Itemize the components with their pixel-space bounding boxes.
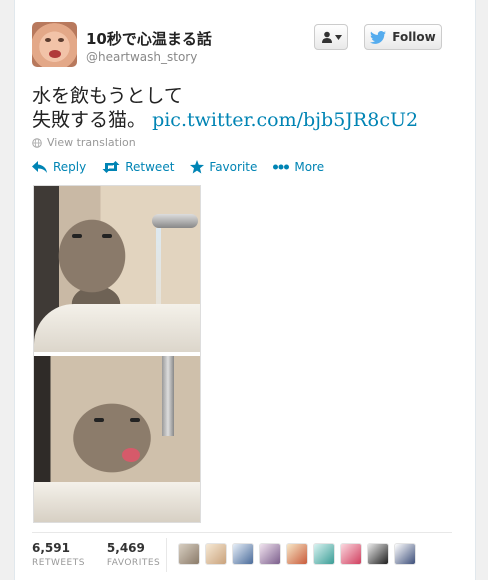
reply-label: Reply — [53, 160, 87, 174]
view-translation[interactable]: View translation — [32, 136, 136, 149]
avatar-mouth — [49, 50, 61, 58]
more-dots-icon — [273, 164, 290, 170]
tweet-text: 水を飲もうとして 失敗する猫。 pic.twitter.com/bjb5JR8c… — [32, 84, 452, 132]
favorites-count: 5,469 — [106, 541, 145, 555]
more-label: More — [294, 160, 325, 174]
avatar-eye — [45, 38, 51, 42]
retweet-action[interactable]: Retweet — [102, 160, 174, 174]
favorites-stat[interactable]: 5,469 FAVORITES — [107, 541, 160, 568]
avatar[interactable] — [32, 22, 77, 67]
cat-photo-top — [34, 186, 200, 352]
twitter-bird-icon — [370, 30, 387, 44]
tweet-text-line: 失敗する猫。 — [32, 109, 147, 131]
favoriter-avatar[interactable] — [232, 543, 254, 565]
chevron-down-icon — [334, 34, 342, 40]
user-name[interactable]: 10秒で心温まる話 — [86, 28, 212, 49]
cat-eye — [94, 418, 104, 422]
tweet-header: 10秒で心温まる話 @heartwash_story Follow — [32, 22, 442, 70]
tweet-photo[interactable] — [33, 185, 201, 523]
favoriters-avatars — [178, 543, 416, 565]
reply-icon — [32, 161, 47, 173]
faucet — [152, 214, 198, 228]
faucet — [162, 356, 174, 436]
favoriter-avatar[interactable] — [205, 543, 227, 565]
retweets-label: RETWEETS — [32, 558, 85, 568]
retweets-stat[interactable]: 6,591 RETWEETS — [32, 541, 85, 568]
tweet-text-line: 水を飲もうとして — [32, 85, 183, 107]
cat-tongue — [122, 448, 140, 462]
retweet-icon — [102, 161, 120, 173]
follow-label: Follow — [392, 30, 436, 44]
star-icon — [190, 160, 205, 174]
favorite-action[interactable]: Favorite — [190, 160, 257, 174]
sink — [34, 482, 200, 522]
view-translation-label: View translation — [47, 136, 136, 149]
favoriter-avatar[interactable] — [286, 543, 308, 565]
favoriter-avatar[interactable] — [259, 543, 281, 565]
avatar-eye — [58, 38, 64, 42]
follow-button[interactable]: Follow — [364, 24, 442, 50]
cat-eye — [72, 234, 82, 238]
user-icon — [321, 31, 332, 43]
retweets-count: 6,591 — [32, 541, 70, 555]
favoriter-avatar[interactable] — [394, 543, 416, 565]
more-action[interactable]: More — [273, 160, 324, 174]
globe-icon — [32, 137, 42, 148]
favorite-label: Favorite — [209, 160, 258, 174]
stats-divider — [32, 532, 452, 533]
tweet-actions: Reply Retweet Favorite More — [32, 160, 324, 174]
tweet-photo-link[interactable]: pic.twitter.com/bjb5JR8cU2 — [152, 109, 418, 131]
tweet-stats: 6,591 RETWEETS 5,469 FAVORITES — [32, 541, 160, 568]
tweet-text-line-2: 失敗する猫。 pic.twitter.com/bjb5JR8cU2 — [32, 108, 452, 132]
user-actions-button[interactable] — [314, 24, 348, 50]
reply-action[interactable]: Reply — [32, 160, 86, 174]
user-handle[interactable]: @heartwash_story — [86, 50, 197, 64]
retweet-label: Retweet — [125, 160, 175, 174]
sink — [34, 304, 200, 352]
favoriter-avatar[interactable] — [340, 543, 362, 565]
cat-eye — [130, 418, 140, 422]
favoriter-avatar[interactable] — [313, 543, 335, 565]
favorites-label: FAVORITES — [106, 558, 161, 568]
stats-separator — [166, 538, 167, 572]
favoriter-avatar[interactable] — [178, 543, 200, 565]
cat-eye — [102, 234, 112, 238]
cat-photo-bottom — [34, 356, 200, 522]
favoriter-avatar[interactable] — [367, 543, 389, 565]
